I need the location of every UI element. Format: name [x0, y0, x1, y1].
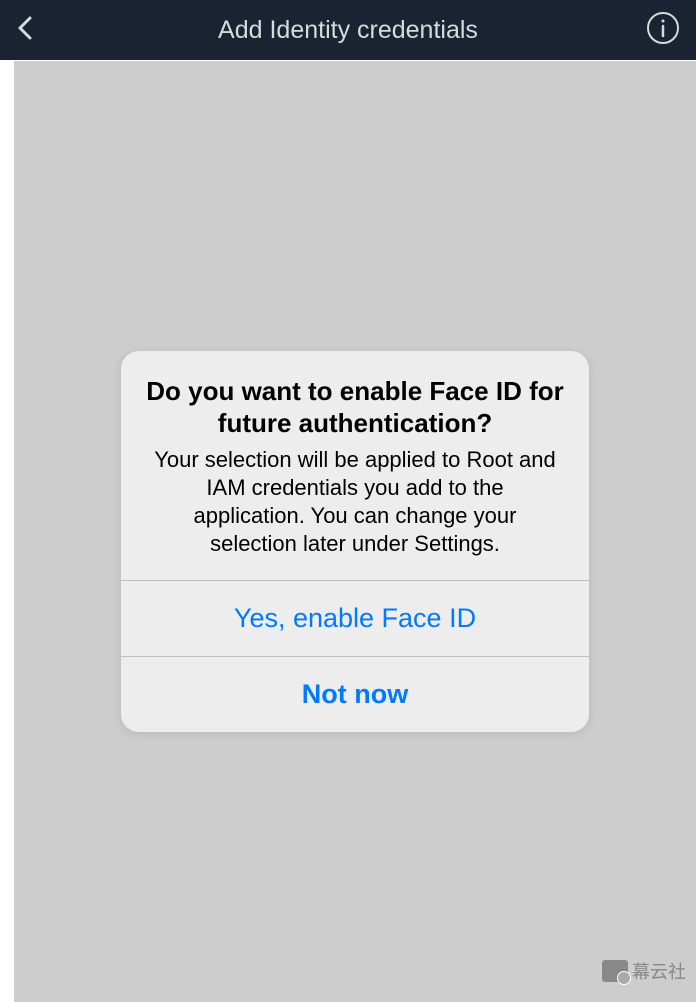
- info-icon: [646, 11, 680, 50]
- watermark-text: 幕云社: [632, 958, 686, 984]
- enable-faceid-button[interactable]: Yes, enable Face ID: [121, 580, 589, 656]
- info-button[interactable]: [640, 11, 680, 50]
- app-header: Add Identity credentials: [0, 0, 696, 60]
- alert-message: Your selection will be applied to Root a…: [145, 446, 565, 559]
- wechat-icon: [602, 960, 628, 982]
- content-area: Do you want to enable Face ID for future…: [0, 60, 696, 1002]
- modal-overlay: Do you want to enable Face ID for future…: [14, 61, 696, 1002]
- alert-dialog: Do you want to enable Face ID for future…: [121, 351, 589, 733]
- alert-title: Do you want to enable Face ID for future…: [145, 375, 565, 440]
- watermark: 幕云社: [602, 958, 686, 984]
- alert-content: Do you want to enable Face ID for future…: [121, 351, 589, 581]
- page-title: Add Identity credentials: [56, 16, 640, 45]
- back-button[interactable]: [16, 14, 56, 47]
- not-now-button[interactable]: Not now: [121, 656, 589, 732]
- chevron-left-icon: [16, 14, 36, 47]
